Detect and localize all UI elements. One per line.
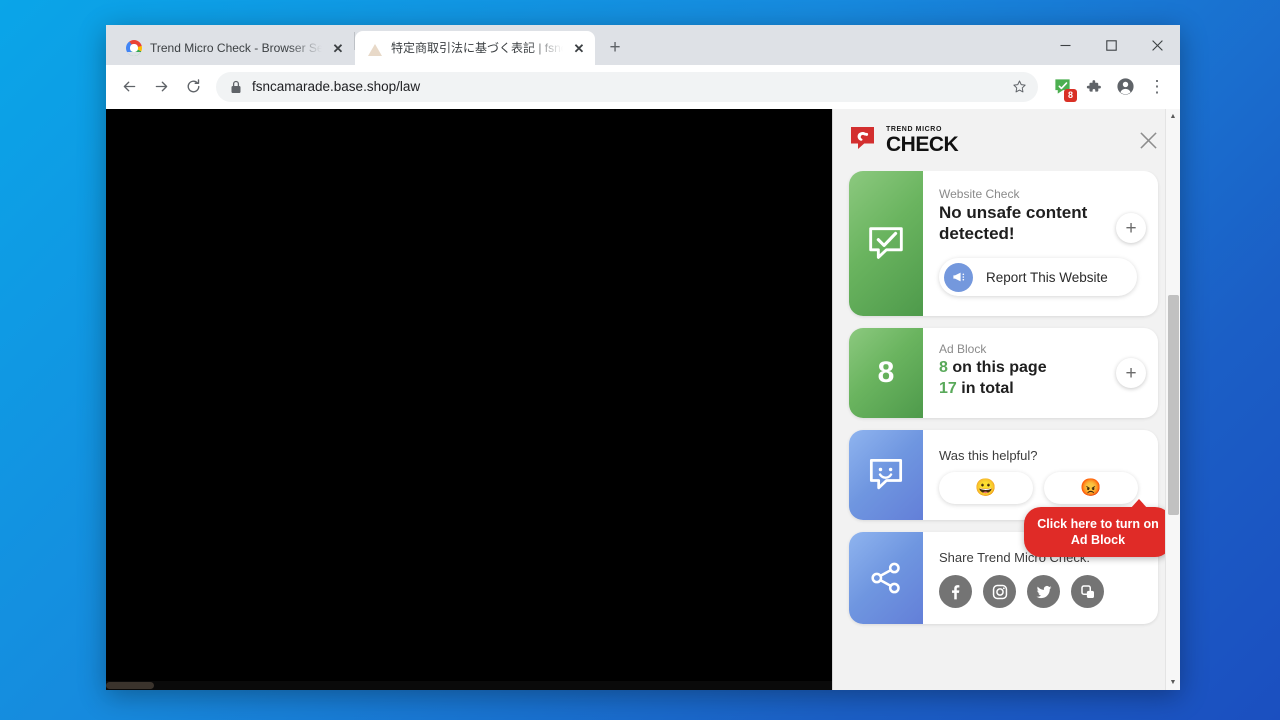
minimize-button[interactable] (1042, 25, 1088, 65)
instagram-icon[interactable] (983, 575, 1016, 608)
panel-close-button[interactable] (1134, 126, 1162, 154)
address-bar[interactable]: fsncamarade.base.shop/law (216, 71, 1038, 102)
tab-close-button[interactable]: ✕ (571, 40, 587, 56)
feedback-positive-button[interactable]: 😀 (939, 472, 1033, 504)
ad-block-page-text: on this page (952, 359, 1047, 376)
feedback-negative-button[interactable]: 😡 (1044, 472, 1138, 504)
scrollbar-thumb[interactable] (1168, 294, 1179, 516)
logo-top-text: TREND MICRO (886, 125, 942, 133)
back-button[interactable] (114, 72, 144, 102)
website-check-label: Website Check (939, 187, 1020, 201)
site-icon (367, 40, 383, 56)
new-tab-button[interactable]: + (601, 34, 629, 62)
logo-main-text: CHECK (886, 132, 959, 156)
page-horizontal-scrollbar[interactable] (106, 681, 832, 690)
browser-window: Trend Micro Check - Browser Sec ✕ 特定商取引法… (106, 25, 1180, 690)
tab-close-button[interactable]: ✕ (330, 40, 346, 56)
browser-toolbar: fsncamarade.base.shop/law 8 ⋮ (106, 65, 1180, 109)
report-this-website-button[interactable]: Report This Website (939, 258, 1137, 297)
url-text: fsncamarade.base.shop/law (252, 79, 421, 94)
share-nodes-icon (849, 532, 923, 624)
reload-button[interactable] (178, 72, 208, 102)
panel-scrollbar[interactable]: ▲ ▼ (1165, 109, 1180, 690)
trend-micro-check-extension-icon[interactable]: 8 (1048, 73, 1077, 102)
website-check-title: No unsafe content detected! (939, 203, 1088, 243)
extension-badge-count: 8 (1064, 88, 1077, 102)
panel-scroll-area: Website Check No unsafe content detected… (833, 171, 1180, 690)
facebook-icon[interactable] (939, 575, 972, 608)
close-window-button[interactable] (1134, 25, 1180, 65)
scroll-down-arrow-icon[interactable]: ▼ (1166, 675, 1181, 690)
report-button-label: Report This Website (986, 269, 1108, 285)
speech-bubble-smiley-icon (849, 430, 923, 520)
page-content (106, 109, 832, 690)
chrome-icon (126, 40, 142, 56)
browser-tab-2[interactable]: 特定商取引法に基づく表記 | fsnca ✕ (355, 31, 595, 65)
logo-wordmark: TREND MICRO CHECK (886, 125, 959, 156)
website-check-body: Website Check No unsafe content detected… (923, 171, 1158, 316)
trend-micro-logo-icon (849, 125, 879, 155)
ad-block-label: Ad Block (939, 342, 987, 356)
tab-title: Trend Micro Check - Browser Sec (150, 41, 322, 55)
maximize-button[interactable] (1088, 25, 1134, 65)
feedback-buttons: 😀 😡 (939, 472, 1144, 504)
bookmark-star-icon[interactable] (1006, 74, 1032, 100)
window-controls (1042, 25, 1180, 65)
ad-block-tile-number: 8 (877, 356, 895, 389)
trend-micro-check-panel: TREND MICRO CHECK Website Check No unsaf… (832, 109, 1180, 690)
ad-block-page-count: 8 (939, 359, 948, 376)
scrollbar-thumb[interactable] (106, 682, 154, 689)
speech-bubble-check-icon (849, 171, 923, 316)
website-check-card: Website Check No unsafe content detected… (849, 171, 1158, 316)
website-check-expand-button[interactable]: + (1116, 213, 1146, 243)
feedback-question: Was this helpful? (939, 448, 1038, 463)
tab-strip: Trend Micro Check - Browser Sec ✕ 特定商取引法… (106, 25, 1180, 65)
ad-block-card: 8 Ad Block 8 on this page 17 in total + (849, 328, 1158, 418)
ad-block-total-text: in total (961, 379, 1014, 397)
ad-block-body: Ad Block 8 on this page 17 in total + (923, 328, 1158, 418)
browser-viewport: TREND MICRO CHECK Website Check No unsaf… (106, 109, 1180, 690)
trend-micro-check-logo: TREND MICRO CHECK (849, 125, 959, 156)
profile-avatar-icon[interactable] (1110, 72, 1140, 102)
panel-header: TREND MICRO CHECK (833, 109, 1180, 171)
browser-menu-button[interactable]: ⋮ (1142, 72, 1172, 102)
scroll-up-arrow-icon[interactable]: ▲ (1166, 109, 1181, 124)
copy-link-icon[interactable] (1071, 575, 1104, 608)
ad-block-total-count: 17 (939, 379, 957, 397)
twitter-icon[interactable] (1027, 575, 1060, 608)
scrollbar-track[interactable] (1166, 124, 1180, 675)
tab-title: 特定商取引法に基づく表記 | fsnca (391, 41, 563, 55)
share-icons-row (939, 575, 1144, 608)
forward-button[interactable] (146, 72, 176, 102)
browser-tab-1[interactable]: Trend Micro Check - Browser Sec ✕ (114, 31, 354, 65)
ad-block-count-tile: 8 (849, 328, 923, 418)
ad-block-toggle-button[interactable]: + (1116, 358, 1146, 388)
megaphone-icon (944, 262, 973, 292)
extensions-puzzle-icon[interactable] (1078, 72, 1108, 102)
lock-icon (230, 80, 242, 94)
ad-block-tooltip: Click here to turn on Ad Block (1024, 499, 1172, 557)
ad-block-total-line: 17 in total (939, 379, 1144, 400)
ad-block-page-line: 8 on this page (939, 358, 1144, 379)
